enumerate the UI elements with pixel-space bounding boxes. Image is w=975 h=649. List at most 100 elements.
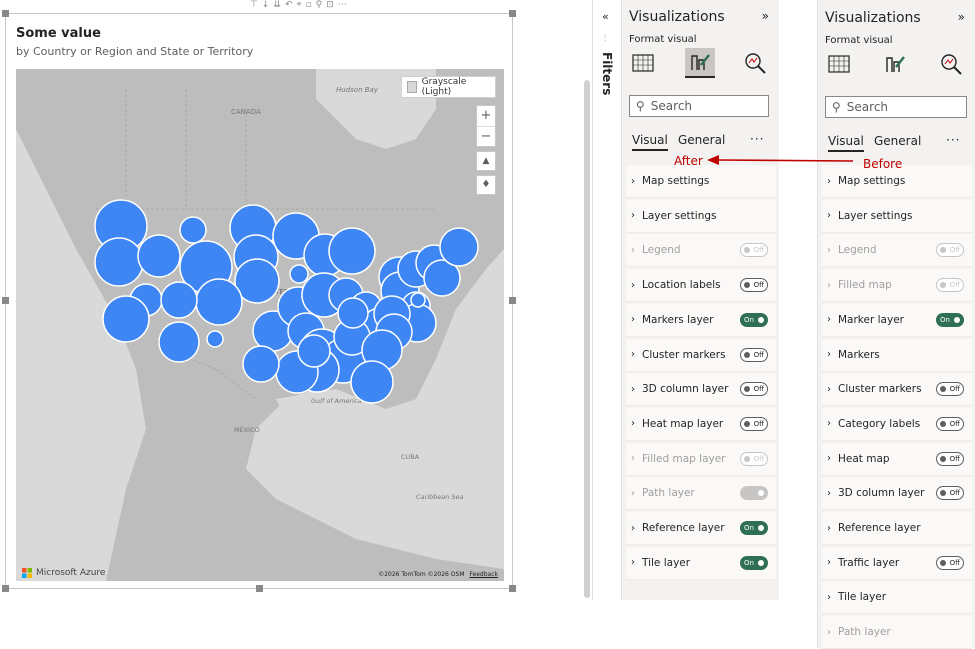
- expand-chevron-icon[interactable]: »: [762, 9, 769, 23]
- map-bubble[interactable]: [94, 237, 144, 287]
- format-visual-icon[interactable]: [882, 51, 908, 77]
- format-card-row[interactable]: › Filled map layer Off: [626, 442, 776, 476]
- format-card-row[interactable]: › Map settings: [626, 165, 776, 198]
- more-options-icon[interactable]: ⋯: [338, 0, 347, 12]
- format-card-row[interactable]: › Location labels Off: [626, 269, 776, 303]
- format-card-row[interactable]: › Path layer: [822, 616, 972, 649]
- toggle-switch[interactable]: On: [936, 312, 964, 327]
- expand-chevron-icon[interactable]: »: [958, 10, 965, 24]
- format-card-row[interactable]: › Filled map Off: [822, 269, 972, 303]
- resize-handle[interactable]: [256, 585, 263, 592]
- format-card-row[interactable]: › Reference layer: [822, 512, 972, 545]
- map-bubble[interactable]: [242, 345, 280, 383]
- focus-mode-icon[interactable]: ⊡: [326, 0, 334, 12]
- map-visual-card[interactable]: Some value by Country or Region and Stat…: [2, 10, 516, 592]
- zoom-out-button[interactable]: −: [477, 127, 495, 147]
- format-card-row[interactable]: › Legend Off: [822, 234, 972, 268]
- format-card-row[interactable]: › Layer settings: [822, 199, 972, 233]
- more-options-button[interactable]: ···: [946, 133, 960, 147]
- build-visual-icon[interactable]: [826, 51, 852, 77]
- more-options-button[interactable]: ···: [750, 132, 764, 146]
- map-style-picker[interactable]: Grayscale (Light): [401, 76, 496, 98]
- collapse-chevron-icon[interactable]: «: [602, 10, 609, 23]
- format-card-row[interactable]: › Layer settings: [626, 199, 776, 233]
- format-visual-icon[interactable]: [685, 48, 715, 78]
- map-bubble[interactable]: [289, 264, 309, 284]
- resize-handle[interactable]: [509, 585, 516, 592]
- toggle-switch[interactable]: On: [740, 521, 768, 535]
- map-bubble[interactable]: [328, 227, 376, 275]
- map-bubble[interactable]: [206, 330, 224, 348]
- toggle-switch[interactable]: Off: [936, 278, 964, 293]
- analytics-icon[interactable]: [742, 50, 768, 76]
- map-canvas[interactable]: CANADA Hudson Bay UNITED STATES Gulf of …: [16, 69, 504, 581]
- format-card-row[interactable]: › Reference layer On: [626, 512, 776, 545]
- format-card-row[interactable]: › Heat map layer Off: [626, 407, 776, 441]
- format-card-row[interactable]: › Cluster markers Off: [626, 338, 776, 372]
- map-bubble[interactable]: [137, 234, 181, 278]
- toggle-switch[interactable]: Off: [740, 278, 768, 293]
- format-card-row[interactable]: › Heat map Off: [822, 442, 972, 476]
- zoom-in-button[interactable]: +: [477, 106, 495, 127]
- format-card-row[interactable]: › Markers layer On: [626, 303, 776, 337]
- search-input[interactable]: ⚲ Search: [629, 95, 769, 117]
- toggle-switch[interactable]: On: [740, 555, 768, 570]
- map-bubble[interactable]: [350, 360, 394, 404]
- pin-icon[interactable]: ⊤: [250, 0, 258, 12]
- toggle-switch[interactable]: On: [740, 486, 768, 501]
- map-bubble[interactable]: [439, 227, 479, 267]
- toggle-switch[interactable]: Off: [740, 451, 768, 466]
- canvas-scrollbar[interactable]: [584, 80, 590, 598]
- toggle-switch[interactable]: Off: [936, 451, 964, 466]
- tab-visual[interactable]: Visual: [828, 134, 864, 152]
- filter-icon[interactable]: ⚲: [316, 0, 323, 12]
- format-card-row[interactable]: › Tile layer: [822, 581, 972, 615]
- drill-up-icon[interactable]: ↶: [285, 0, 293, 12]
- map-bubble[interactable]: [102, 295, 150, 343]
- format-card-row[interactable]: › Traffic layer Off: [822, 546, 972, 580]
- toggle-switch[interactable]: On: [740, 312, 768, 327]
- format-card-row[interactable]: › Cluster markers Off: [822, 373, 972, 407]
- toggle-switch[interactable]: Off: [740, 243, 768, 258]
- toggle-switch[interactable]: Off: [936, 416, 964, 431]
- spotlight-icon[interactable]: ⌖: [296, 0, 301, 12]
- map-bubble[interactable]: [337, 297, 369, 329]
- map-bubble[interactable]: [160, 281, 198, 319]
- feedback-link[interactable]: Feedback: [469, 571, 498, 578]
- tab-visual[interactable]: Visual: [632, 133, 668, 151]
- map-bubble[interactable]: [410, 292, 426, 308]
- resize-handle[interactable]: [2, 297, 9, 304]
- drill-down-icon[interactable]: ↓: [262, 0, 270, 12]
- analytics-icon[interactable]: [938, 51, 964, 77]
- format-card-row[interactable]: › Path layer On: [626, 477, 776, 511]
- toggle-switch[interactable]: Off: [936, 243, 964, 258]
- toggle-switch[interactable]: Off: [936, 555, 964, 570]
- compass-button[interactable]: ♦: [476, 175, 496, 195]
- map-bubble[interactable]: [158, 321, 200, 363]
- toggle-switch[interactable]: Off: [740, 382, 768, 397]
- resize-handle[interactable]: [2, 10, 9, 17]
- map-bubble[interactable]: [297, 334, 331, 368]
- format-card-row[interactable]: › Category labels Off: [822, 407, 972, 441]
- tab-general[interactable]: General: [874, 134, 921, 148]
- expand-level-icon[interactable]: ⇊: [273, 0, 281, 12]
- comment-icon[interactable]: ▫: [306, 0, 312, 12]
- resize-handle[interactable]: [509, 10, 516, 17]
- toggle-switch[interactable]: Off: [740, 416, 768, 431]
- toggle-switch[interactable]: Off: [740, 347, 768, 362]
- search-input[interactable]: ⚲ Search: [825, 96, 967, 118]
- map-bubble[interactable]: [195, 278, 243, 326]
- format-card-row[interactable]: › Legend Off: [626, 234, 776, 268]
- format-card-row[interactable]: › 3D column layer Off: [626, 373, 776, 407]
- build-visual-icon[interactable]: [630, 50, 656, 76]
- format-card-row[interactable]: › Marker layer On: [822, 303, 972, 337]
- format-card-row[interactable]: › Tile layer On: [626, 546, 776, 580]
- map-bubble[interactable]: [179, 216, 207, 244]
- toggle-switch[interactable]: Off: [936, 486, 964, 501]
- filters-label[interactable]: Filters: [600, 52, 614, 95]
- pitch-button[interactable]: ▲: [476, 151, 496, 171]
- format-card-row[interactable]: › 3D column layer Off: [822, 477, 972, 511]
- resize-handle[interactable]: [509, 297, 516, 304]
- format-card-row[interactable]: › Markers: [822, 338, 972, 372]
- tab-general[interactable]: General: [678, 133, 725, 147]
